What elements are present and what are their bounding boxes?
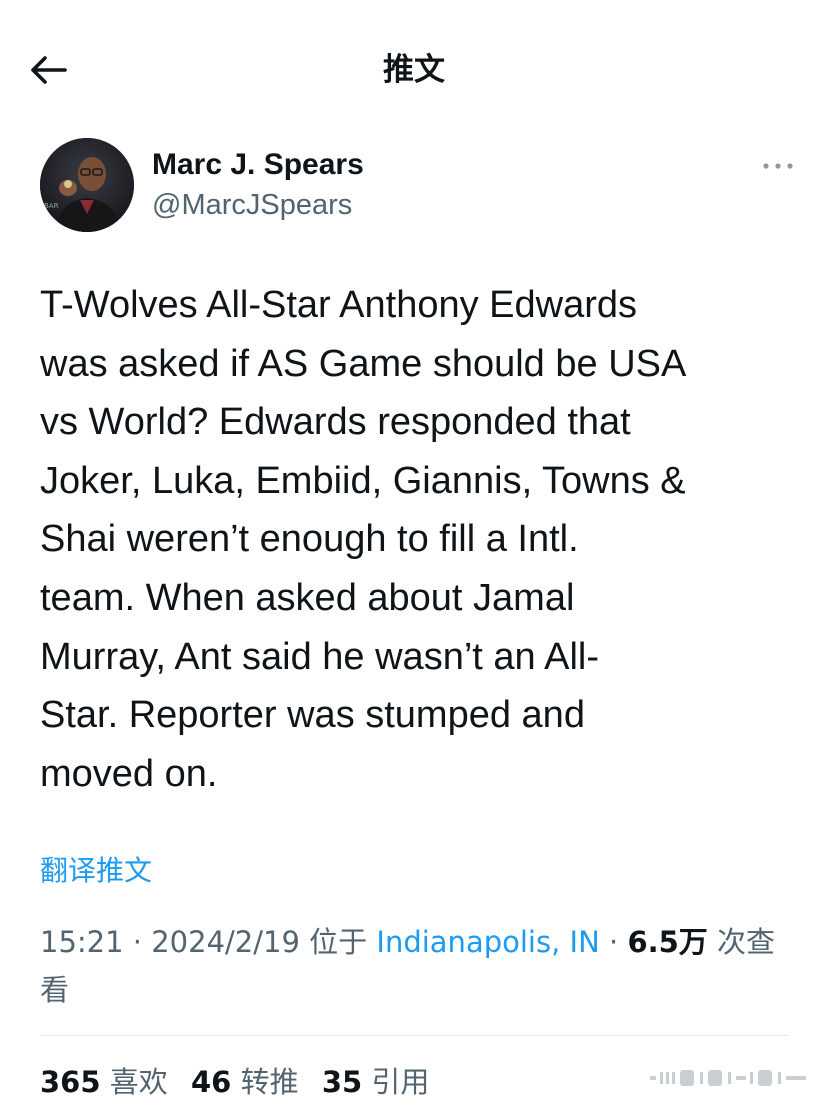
tweet-time: 15:21 bbox=[40, 925, 124, 959]
likes-label: 喜欢 bbox=[109, 1065, 168, 1099]
translate-tweet-link[interactable]: 翻译推文 bbox=[40, 851, 152, 891]
author-name[interactable]: Marc J. Spears bbox=[152, 146, 364, 184]
page-title: 推文 bbox=[383, 52, 445, 88]
likes-count: 365 bbox=[40, 1065, 101, 1099]
tweet-text: T-Wolves All-Star Anthony Edwards was as… bbox=[40, 284, 687, 795]
tweet-meta: 15:21 · 2024/2/19 位于 Indianapolis, IN · … bbox=[40, 918, 790, 1014]
retweets-label: 转推 bbox=[240, 1065, 299, 1099]
quotes-label: 引用 bbox=[371, 1065, 430, 1099]
meta-separator-2: · bbox=[609, 925, 619, 959]
avatar-image: BAR bbox=[40, 138, 134, 232]
views-count: 6.5万 bbox=[627, 925, 708, 959]
top-bar: 推文 bbox=[0, 0, 828, 130]
watermark-mark bbox=[650, 1070, 806, 1086]
more-horizontal-icon bbox=[763, 163, 793, 169]
meta-separator: · bbox=[132, 925, 143, 959]
svg-text:BAR: BAR bbox=[44, 202, 59, 210]
likes-stat[interactable]: 365 喜欢 bbox=[40, 1065, 168, 1099]
quotes-stat[interactable]: 35 引用 bbox=[322, 1065, 430, 1099]
quotes-count: 35 bbox=[321, 1065, 363, 1099]
engagement-stats: 365 喜欢 46 转推 35 引用 bbox=[40, 1060, 429, 1104]
retweets-count: 46 bbox=[191, 1065, 232, 1099]
author-row: BAR Marc J. Spears @MarcJSpears bbox=[40, 138, 800, 234]
divider bbox=[40, 1035, 788, 1036]
avatar[interactable]: BAR bbox=[40, 138, 134, 232]
author-handle[interactable]: @MarcJSpears bbox=[152, 186, 352, 224]
location-prefix: 位于 bbox=[309, 925, 368, 959]
retweets-stat[interactable]: 46 转推 bbox=[191, 1065, 299, 1099]
more-options-button[interactable] bbox=[756, 148, 800, 184]
location-link[interactable]: Indianapolis, IN bbox=[376, 925, 599, 959]
tweet-date: 2024/2/19 bbox=[151, 925, 300, 959]
